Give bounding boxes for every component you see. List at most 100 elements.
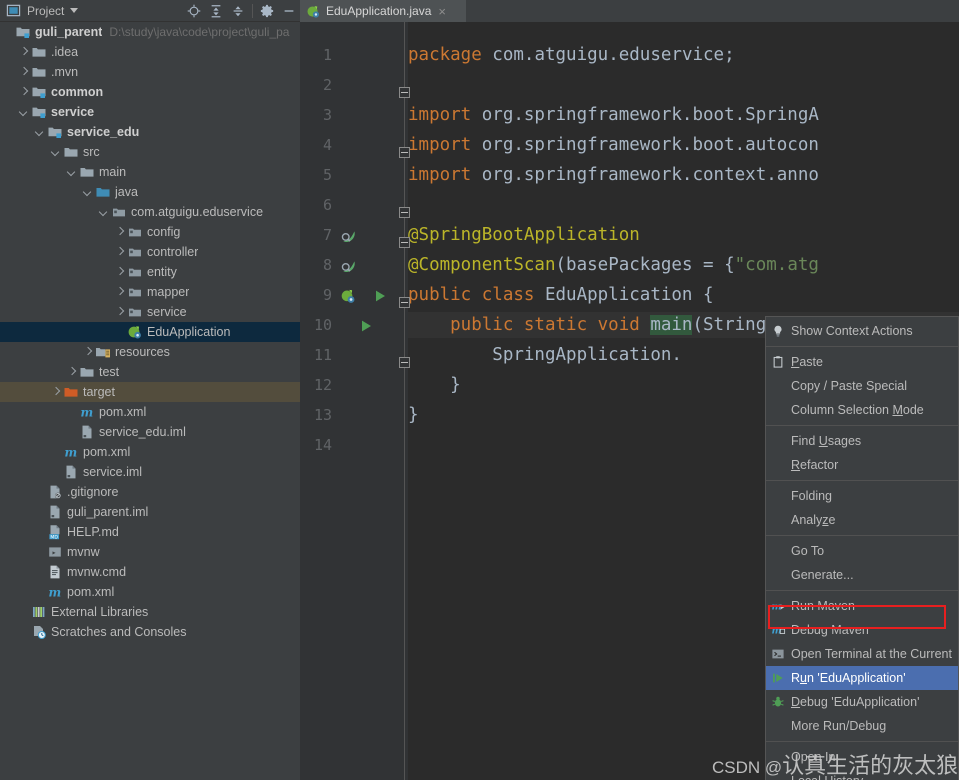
code-line[interactable]: import org.springframework.boot.SpringA: [408, 105, 819, 125]
tree-row[interactable]: config: [0, 222, 300, 242]
tree-row[interactable]: MD HELP.md: [0, 522, 300, 542]
chevron-right-icon[interactable]: [66, 367, 77, 378]
menu-item[interactable]: Find Usages: [766, 429, 958, 453]
fold-marker-icon[interactable]: [399, 87, 410, 98]
tree-row[interactable]: com.atguigu.eduservice: [0, 202, 300, 222]
menu-item[interactable]: Generate...: [766, 563, 958, 587]
run-gutter-icon[interactable]: [358, 318, 374, 334]
tree-row[interactable]: m pom.xml: [0, 442, 300, 462]
fold-marker-icon[interactable]: [399, 237, 410, 248]
menu-item[interactable]: Run 'EduApplication': [766, 666, 958, 690]
fold-marker-icon[interactable]: [399, 147, 410, 158]
tree-row[interactable]: service_edu.iml: [0, 422, 300, 442]
tree-row[interactable]: .idea: [0, 42, 300, 62]
chevron-down-icon[interactable]: [82, 187, 93, 198]
chevron-right-icon[interactable]: [18, 87, 29, 98]
menu-item[interactable]: m Run Maven: [766, 594, 958, 618]
tree-row[interactable]: src: [0, 142, 300, 162]
tree-row[interactable]: service_edu: [0, 122, 300, 142]
tree-row[interactable]: guli_parent D:\study\java\code\project\gu…: [0, 22, 300, 42]
tree-row[interactable]: service: [0, 102, 300, 122]
tree-row[interactable]: mapper: [0, 282, 300, 302]
chevron-down-icon[interactable]: [18, 107, 29, 118]
chevron-right-icon[interactable]: [18, 67, 29, 78]
code-line[interactable]: import org.springframework.boot.autocon: [408, 135, 819, 155]
menu-item[interactable]: m Debug Maven: [766, 618, 958, 642]
close-icon[interactable]: ×: [438, 5, 446, 18]
tree-row[interactable]: External Libraries: [0, 602, 300, 622]
editor-context-menu[interactable]: Show Context Actions Paste Copy / Paste Sp…: [765, 316, 959, 780]
minimize-icon[interactable]: [278, 0, 300, 22]
code-line[interactable]: public class EduApplication {: [408, 285, 714, 305]
collapse-all-icon[interactable]: [227, 0, 249, 22]
fold-marker-icon[interactable]: [399, 207, 410, 218]
code-line[interactable]: SpringApplication.: [408, 345, 682, 365]
code-line[interactable]: @ComponentScan(basePackages = {"com.atg: [408, 255, 819, 275]
code-line[interactable]: }: [408, 405, 419, 425]
tree-row[interactable]: service: [0, 302, 300, 322]
tree-row[interactable]: .mvn: [0, 62, 300, 82]
gear-icon[interactable]: [256, 0, 278, 22]
chevron-right-icon[interactable]: [114, 287, 125, 298]
chevron-down-icon[interactable]: [98, 207, 109, 218]
chevron-right-icon[interactable]: [114, 247, 125, 258]
tree-row[interactable]: service.iml: [0, 462, 300, 482]
chevron-down-icon[interactable]: [34, 127, 45, 138]
tree-row[interactable]: ▸ mvnw: [0, 542, 300, 562]
code-line[interactable]: @SpringBootApplication: [408, 225, 640, 245]
menu-item[interactable]: Folding: [766, 484, 958, 508]
menu-item[interactable]: Open Terminal at the Current: [766, 642, 958, 666]
tree-row[interactable]: guli_parent.iml: [0, 502, 300, 522]
editor-gutter[interactable]: 1 2 3 4 5 6 7 8 9 10 11 12 13 14: [300, 22, 408, 780]
tree-row[interactable]: resources: [0, 342, 300, 362]
tree-item-label: .idea: [51, 45, 79, 59]
tree-row[interactable]: controller: [0, 242, 300, 262]
tree-row[interactable]: common: [0, 82, 300, 102]
tree-row[interactable]: .gitignore: [0, 482, 300, 502]
tree-row[interactable]: Scratches and Consoles: [0, 622, 300, 642]
tree-row[interactable]: EduApplication: [0, 322, 300, 342]
expand-all-icon[interactable]: [205, 0, 227, 22]
menu-item[interactable]: Go To: [766, 539, 958, 563]
code-line[interactable]: }: [408, 375, 461, 395]
package-icon: [127, 264, 143, 280]
spring-bean-gutter-icon[interactable]: [340, 228, 356, 244]
chevron-right-icon[interactable]: [50, 387, 61, 398]
menu-item[interactable]: Refactor: [766, 453, 958, 477]
tree-row[interactable]: java: [0, 182, 300, 202]
chevron-right-icon[interactable]: [114, 267, 125, 278]
code-line[interactable]: package com.atguigu.eduservice;: [408, 45, 735, 65]
chevron-right-icon[interactable]: [114, 307, 125, 318]
code-line[interactable]: import org.springframework.context.anno: [408, 165, 819, 185]
tree-row[interactable]: test: [0, 362, 300, 382]
chevron-down-icon[interactable]: [50, 147, 61, 158]
editor-tab-eduapplication[interactable]: EduApplication.java ×: [300, 0, 466, 22]
tree-row[interactable]: entity: [0, 262, 300, 282]
locate-icon[interactable]: [183, 0, 205, 22]
tree-row[interactable]: m pom.xml: [0, 402, 300, 422]
code-line[interactable]: public static void main(String[] ar: [408, 315, 819, 335]
chevron-down-icon[interactable]: [70, 8, 79, 13]
tree-row[interactable]: main: [0, 162, 300, 182]
chevron-right-icon[interactable]: [82, 347, 93, 358]
menu-item[interactable]: Debug 'EduApplication': [766, 690, 958, 714]
menu-item[interactable]: Column Selection Mode: [766, 398, 958, 422]
run-gutter-icon[interactable]: [372, 288, 388, 304]
chevron-down-icon[interactable]: [66, 167, 77, 178]
fold-marker-icon[interactable]: [399, 357, 410, 368]
menu-item[interactable]: Paste: [766, 350, 958, 374]
project-tree[interactable]: guli_parent D:\study\java\code\project\gu…: [0, 22, 300, 780]
spring-bean-gutter-icon[interactable]: [340, 258, 356, 274]
tree-row[interactable]: m pom.xml: [0, 582, 300, 602]
menu-item[interactable]: Copy / Paste Special: [766, 374, 958, 398]
menu-item[interactable]: Analyze: [766, 508, 958, 532]
chevron-right-icon[interactable]: [114, 227, 125, 238]
chevron-right-icon[interactable]: [18, 47, 29, 58]
fold-marker-icon[interactable]: [399, 297, 410, 308]
menu-item[interactable]: Show Context Actions: [766, 319, 958, 343]
tree-row[interactable]: target: [0, 382, 300, 402]
tree-row[interactable]: mvnw.cmd: [0, 562, 300, 582]
spring-boot-gutter-icon[interactable]: [340, 288, 356, 304]
menu-item[interactable]: More Run/Debug: [766, 714, 958, 738]
